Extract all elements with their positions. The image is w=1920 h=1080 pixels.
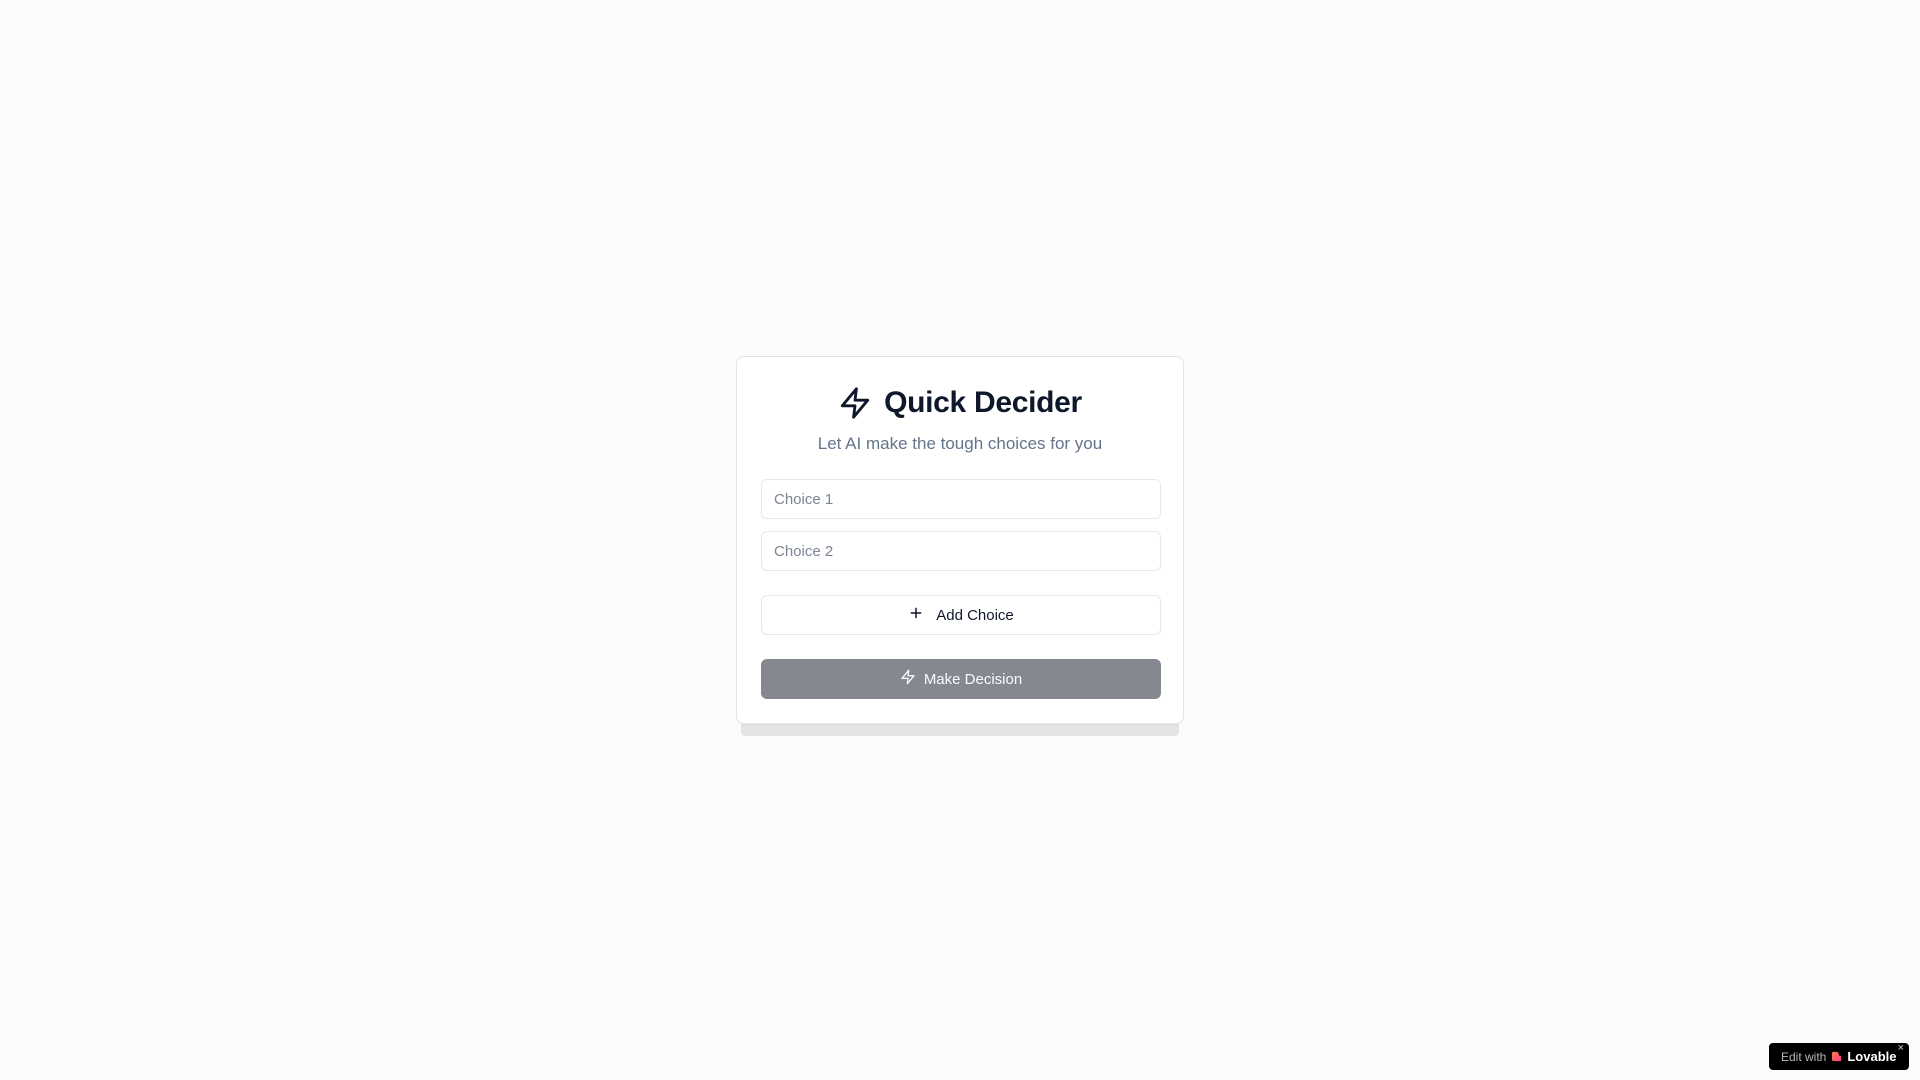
badge-close-icon[interactable]: ×: [1898, 1042, 1904, 1054]
decider-card-wrapper: Quick Decider Let AI make the tough choi…: [736, 356, 1184, 736]
add-choice-label: Add Choice: [936, 606, 1014, 624]
edit-with-lovable-badge[interactable]: Edit with Lovable ×: [1769, 1042, 1909, 1070]
title-row: Quick Decider: [737, 381, 1183, 425]
heart-icon: [1831, 1051, 1842, 1062]
page-title: Quick Decider: [884, 386, 1082, 419]
add-choice-button[interactable]: Add Choice: [761, 595, 1161, 635]
badge-edit-text: Edit with: [1781, 1049, 1827, 1064]
plus-icon: [908, 605, 924, 625]
zap-icon: [900, 669, 916, 689]
badge-brand: Lovable: [1847, 1049, 1897, 1064]
decider-card: Quick Decider Let AI make the tough choi…: [736, 356, 1184, 724]
make-decision-label: Make Decision: [923, 670, 1023, 688]
choice-2-input[interactable]: [761, 531, 1161, 571]
make-decision-button[interactable]: Make Decision: [761, 659, 1161, 699]
page-subtitle: Let AI make the tough choices for you: [817, 434, 1103, 453]
card-shadow: [741, 722, 1179, 736]
zap-icon: [838, 386, 872, 420]
choice-1-input[interactable]: [761, 479, 1161, 519]
